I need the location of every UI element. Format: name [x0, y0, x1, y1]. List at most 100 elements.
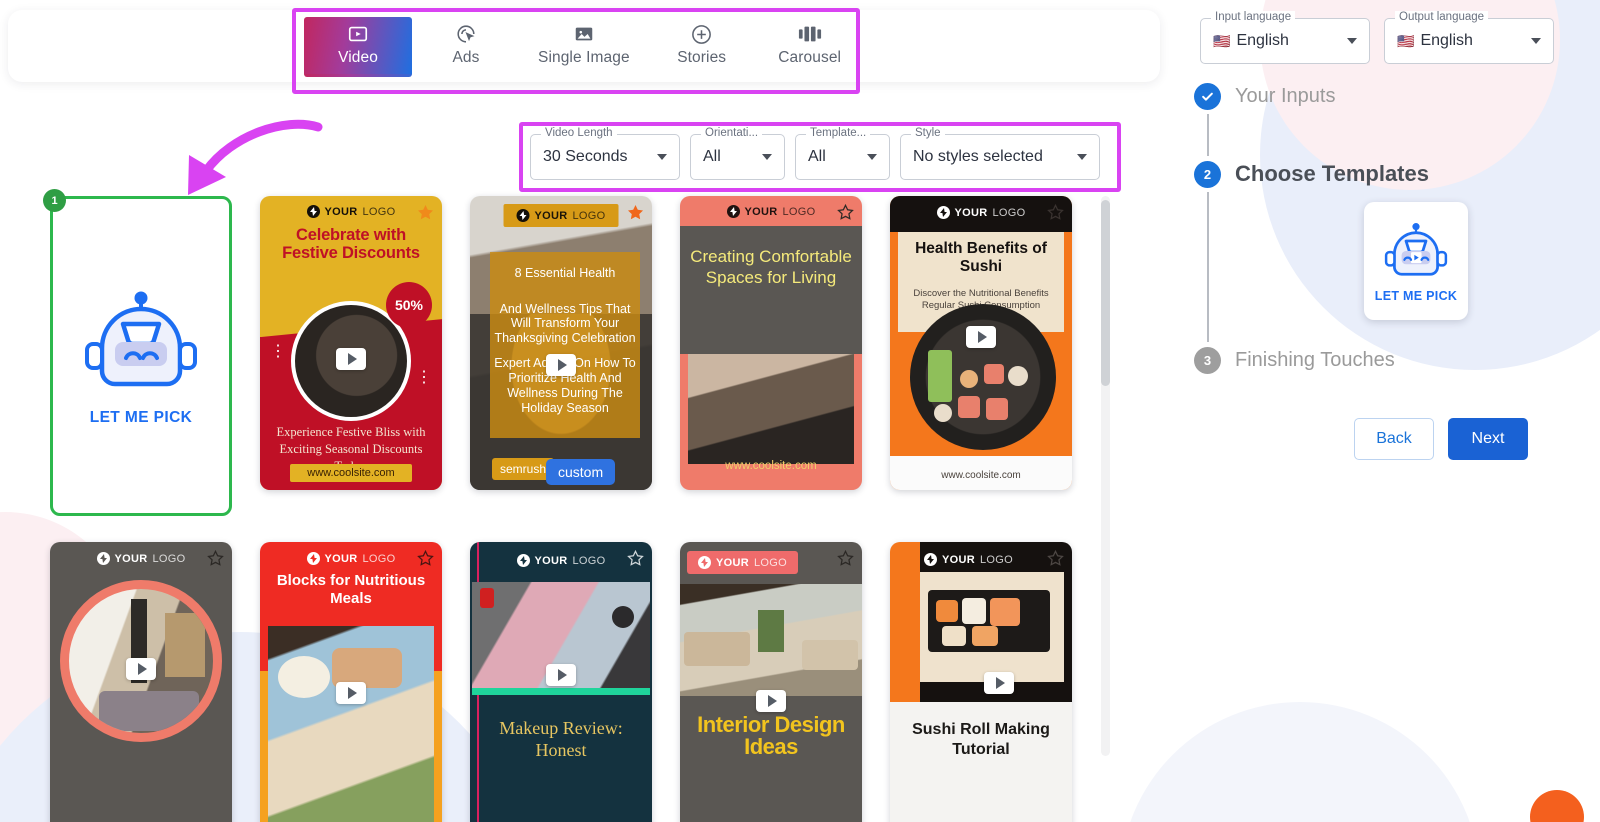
- step-your-inputs[interactable]: Your Inputs: [1194, 78, 1594, 114]
- template-grid-scrollbar[interactable]: [1101, 196, 1110, 756]
- card-logo: YOUR LOGO: [50, 552, 232, 565]
- tab-ads-label: Ads: [452, 49, 480, 66]
- video-length-legend: Video Length: [541, 127, 617, 139]
- input-language-select[interactable]: Input language 🇺🇸 English: [1200, 11, 1370, 64]
- template-card-makeup-review[interactable]: YOUR LOGO Makeup Review: Honest: [470, 542, 652, 822]
- tab-video-label: Video: [338, 49, 378, 66]
- robot-icon: [82, 286, 200, 403]
- language-selectors: Input language 🇺🇸 English Output languag…: [1200, 11, 1554, 64]
- back-button[interactable]: Back: [1354, 418, 1434, 460]
- template-card-nutritious-meals[interactable]: YOUR LOGO Blocks for Nutritious Meals: [260, 542, 442, 822]
- bolt-icon: [516, 209, 530, 222]
- template-card-sushi-health-benefits[interactable]: YOUR LOGO Health Benefits of Sushi Disco…: [890, 196, 1072, 490]
- custom-tag: custom: [546, 459, 616, 485]
- favorite-star-icon[interactable]: [836, 203, 855, 227]
- next-button[interactable]: Next: [1448, 418, 1528, 460]
- selected-template-preview[interactable]: LET ME PICK: [1364, 202, 1468, 320]
- tab-single-image-label: Single Image: [538, 49, 630, 66]
- template-type-select[interactable]: Template... All: [795, 127, 890, 180]
- step-your-inputs-label: Your Inputs: [1235, 84, 1336, 107]
- favorite-star-icon[interactable]: [416, 549, 435, 573]
- play-button[interactable]: [984, 672, 1015, 694]
- template-slot: 1 LET ME PICK: [43, 189, 232, 516]
- video-length-value: 30 Seconds: [543, 148, 628, 165]
- template-slot: YOUR LOGO Blocks for Nutritious Meals: [260, 542, 442, 822]
- card-url: www.coolsite.com: [290, 464, 412, 482]
- favorite-star-icon[interactable]: [1046, 203, 1065, 227]
- template-slot: YOUR LOGO Health Benefits of Sushi Disco…: [890, 196, 1072, 516]
- app-root: Video Ads Single Image Stories Carousel …: [0, 0, 1600, 822]
- image-icon: [573, 22, 595, 46]
- output-language-select[interactable]: Output language 🇺🇸 English: [1384, 11, 1554, 64]
- logo-bold: YOUR: [114, 552, 148, 565]
- wizard-actions: Back Next: [1354, 418, 1528, 460]
- card-title: Sushi Roll Making Tutorial: [912, 721, 1050, 758]
- logo-bold: YOUR: [324, 205, 358, 218]
- favorite-star-icon[interactable]: [836, 549, 855, 573]
- card-thumbnail: [268, 626, 434, 822]
- template-slot: YOUR LOGO: [890, 542, 1072, 822]
- tab-video[interactable]: Video: [304, 17, 412, 77]
- logo-light: LOGO: [152, 552, 186, 565]
- tab-carousel[interactable]: Carousel: [756, 17, 864, 77]
- favorite-star-icon[interactable]: [626, 549, 645, 573]
- card-logo: YOUR LOGO: [680, 205, 862, 218]
- step-complete-check-icon: [1194, 82, 1221, 110]
- ads-cursor-icon: [455, 22, 477, 46]
- play-button[interactable]: [336, 682, 366, 704]
- tab-ads[interactable]: Ads: [412, 17, 520, 77]
- template-card-interior-design-ideas[interactable]: YOUR LOGO Interior Design Ideas: [680, 542, 862, 822]
- template-slot: YOUR LOGO Interior Design Ideas: [680, 542, 862, 822]
- template-card-sushi-roll-tutorial[interactable]: YOUR LOGO Sushi Roll Making Tutorial: [890, 542, 1072, 822]
- step-finishing-touches[interactable]: 3 Finishing Touches: [1194, 342, 1594, 378]
- step-connector: [1207, 114, 1209, 156]
- favorite-star-icon[interactable]: [626, 203, 645, 227]
- logo-light: LOGO: [753, 556, 787, 569]
- play-button[interactable]: [756, 690, 786, 712]
- favorite-star-icon[interactable]: [206, 549, 225, 573]
- card-logo: YOUR LOGO: [470, 554, 652, 567]
- play-button[interactable]: [336, 348, 366, 370]
- annotation-arrow-icon: [170, 105, 330, 205]
- card-title: Blocks for Nutritious Meals: [276, 572, 426, 607]
- bolt-icon: [306, 552, 320, 565]
- style-select[interactable]: Style No styles selected: [900, 127, 1100, 180]
- play-button[interactable]: [546, 664, 576, 686]
- tab-single-image[interactable]: Single Image: [520, 17, 648, 77]
- logo-light: LOGO: [782, 205, 816, 218]
- orientation-value: All: [703, 148, 721, 165]
- card-thumbnail: [920, 572, 1064, 682]
- card-logo: YOUR LOGO: [260, 205, 442, 218]
- chevron-down-icon: [657, 154, 667, 160]
- template-card-living-room-tour[interactable]: YOUR LOGO: [50, 542, 232, 822]
- scrollbar-thumb[interactable]: [1101, 200, 1110, 386]
- style-legend: Style: [911, 127, 945, 139]
- robot-icon: [1383, 220, 1449, 287]
- template-card-comfortable-spaces[interactable]: YOUR LOGO Creating Comfortable Spaces fo…: [680, 196, 862, 490]
- favorite-star-icon[interactable]: [1046, 549, 1065, 573]
- logo-bold: YOUR: [942, 553, 975, 566]
- tab-stories[interactable]: Stories: [648, 17, 756, 77]
- template-grid: 1 LET ME PICK YOUR LOGO Celebrate with F…: [43, 189, 1110, 822]
- step-choose-templates[interactable]: 2 Choose Templates: [1194, 156, 1594, 192]
- play-button[interactable]: [126, 658, 156, 680]
- selection-order-badge: 1: [43, 189, 66, 212]
- play-button[interactable]: [546, 354, 576, 376]
- logo-light: LOGO: [992, 206, 1026, 219]
- card-title: Celebrate with Festive Discounts: [282, 226, 420, 263]
- bolt-icon: [96, 552, 110, 565]
- orientation-select[interactable]: Orientati... All: [690, 127, 785, 180]
- video-length-select[interactable]: Video Length 30 Seconds: [530, 127, 680, 180]
- input-language-legend: Input language: [1211, 11, 1296, 23]
- discount-badge: 50%: [386, 282, 432, 328]
- let-me-pick-card[interactable]: 1 LET ME PICK: [43, 189, 232, 516]
- template-type-value: All: [808, 148, 826, 165]
- template-card-thanksgiving-wellness[interactable]: YOUR LOGO 8 Essential Health And Wellnes…: [470, 196, 652, 490]
- content-type-tabs: Video Ads Single Image Stories Carousel: [304, 17, 864, 77]
- bolt-icon: [726, 205, 740, 218]
- tab-stories-label: Stories: [677, 49, 727, 66]
- play-button[interactable]: [966, 326, 996, 348]
- template-card-festive-discounts[interactable]: YOUR LOGO Celebrate with Festive Discoun…: [260, 196, 442, 490]
- favorite-star-icon[interactable]: [416, 203, 435, 227]
- card-title: Creating Comfortable Spaces for Living: [690, 247, 852, 288]
